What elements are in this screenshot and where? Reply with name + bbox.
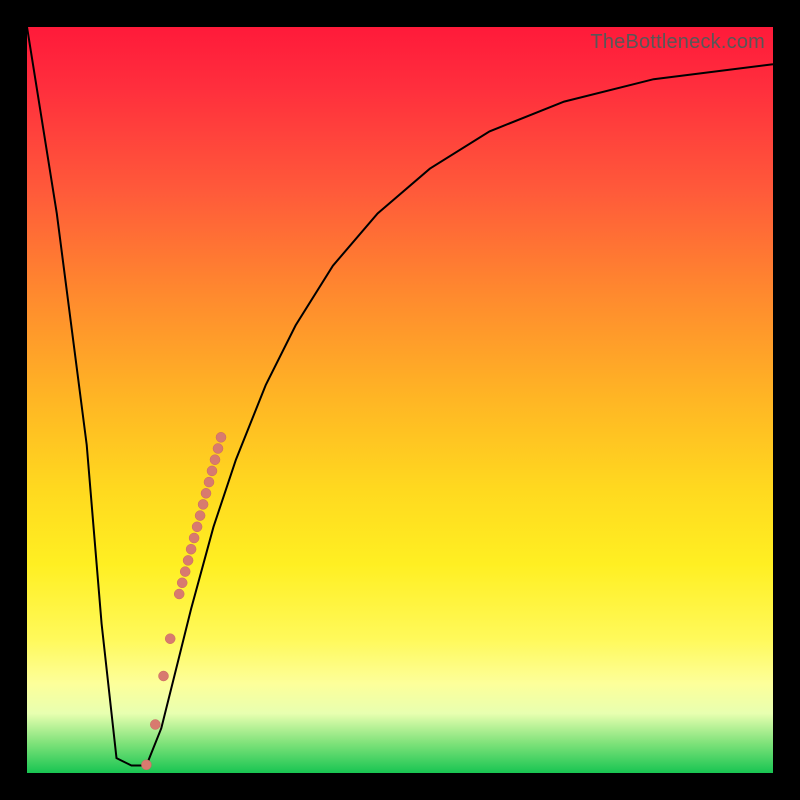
curve-marker: [198, 499, 208, 509]
chart-frame: TheBottleneck.com: [0, 0, 800, 800]
curve-marker: [183, 555, 193, 565]
curve-marker: [192, 522, 202, 532]
curve-marker: [213, 444, 223, 454]
curve-marker: [150, 720, 160, 730]
curve-marker: [207, 466, 217, 476]
curve-marker: [189, 533, 199, 543]
curve-marker: [165, 634, 175, 644]
curve-marker: [180, 567, 190, 577]
bottleneck-curve: [27, 27, 773, 766]
curve-marker: [186, 544, 196, 554]
curve-marker: [141, 760, 151, 770]
curve-marker: [204, 477, 214, 487]
curve-marker: [216, 432, 226, 442]
curve-marker: [177, 578, 187, 588]
plot-area: TheBottleneck.com: [27, 27, 773, 773]
curve-marker: [159, 671, 169, 681]
curve-markers: [141, 432, 226, 770]
curve-marker: [174, 589, 184, 599]
curve-marker: [201, 488, 211, 498]
curve-svg: [27, 27, 773, 773]
curve-marker: [210, 455, 220, 465]
curve-marker: [195, 511, 205, 521]
